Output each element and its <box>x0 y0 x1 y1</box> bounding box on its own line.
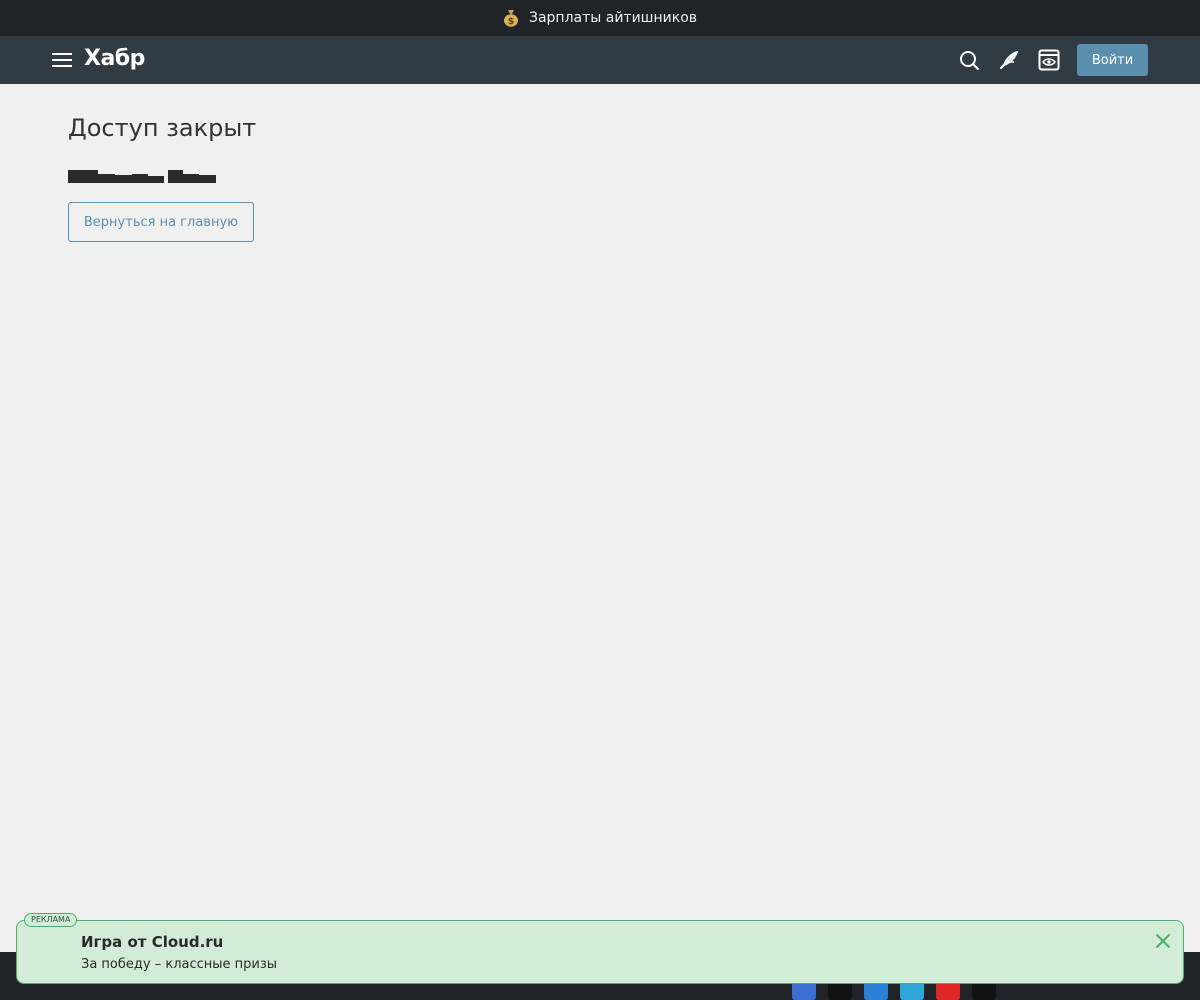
social-link[interactable] <box>936 982 960 1000</box>
social-link[interactable] <box>972 982 996 1000</box>
social-link[interactable] <box>792 982 816 1000</box>
ad-subtitle: За победу – классные призы <box>81 957 278 972</box>
redacted-text <box>68 170 216 183</box>
money-bag-icon: $ <box>503 10 518 27</box>
social-link[interactable] <box>900 982 924 1000</box>
menu-icon[interactable] <box>52 52 72 68</box>
ad-title[interactable]: Игра от Cloud.ru <box>81 933 223 951</box>
promo-banner[interactable]: $ Зарплаты айтишников <box>0 0 1200 36</box>
svg-text:$: $ <box>508 17 514 27</box>
social-link[interactable] <box>864 982 888 1000</box>
back-to-home-button[interactable]: Вернуться на главную <box>68 202 254 242</box>
ad-banner[interactable]: РЕКЛАМА Игра от Cloud.ru За победу – кла… <box>16 913 1184 984</box>
promo-text: Зарплаты айтишников <box>528 10 698 26</box>
social-link[interactable] <box>828 982 852 1000</box>
page-title: Доступ закрыт <box>68 114 257 142</box>
search-icon[interactable] <box>958 49 980 71</box>
login-button[interactable]: Войти <box>1077 44 1148 76</box>
ad-label-badge: РЕКЛАМА <box>24 913 78 927</box>
reader-mode-icon[interactable] <box>1038 49 1060 71</box>
write-icon[interactable] <box>998 49 1020 71</box>
close-icon[interactable] <box>1155 933 1171 949</box>
site-header: Хабр Войти <box>0 36 1200 84</box>
site-logo[interactable]: Хабр <box>84 46 145 71</box>
